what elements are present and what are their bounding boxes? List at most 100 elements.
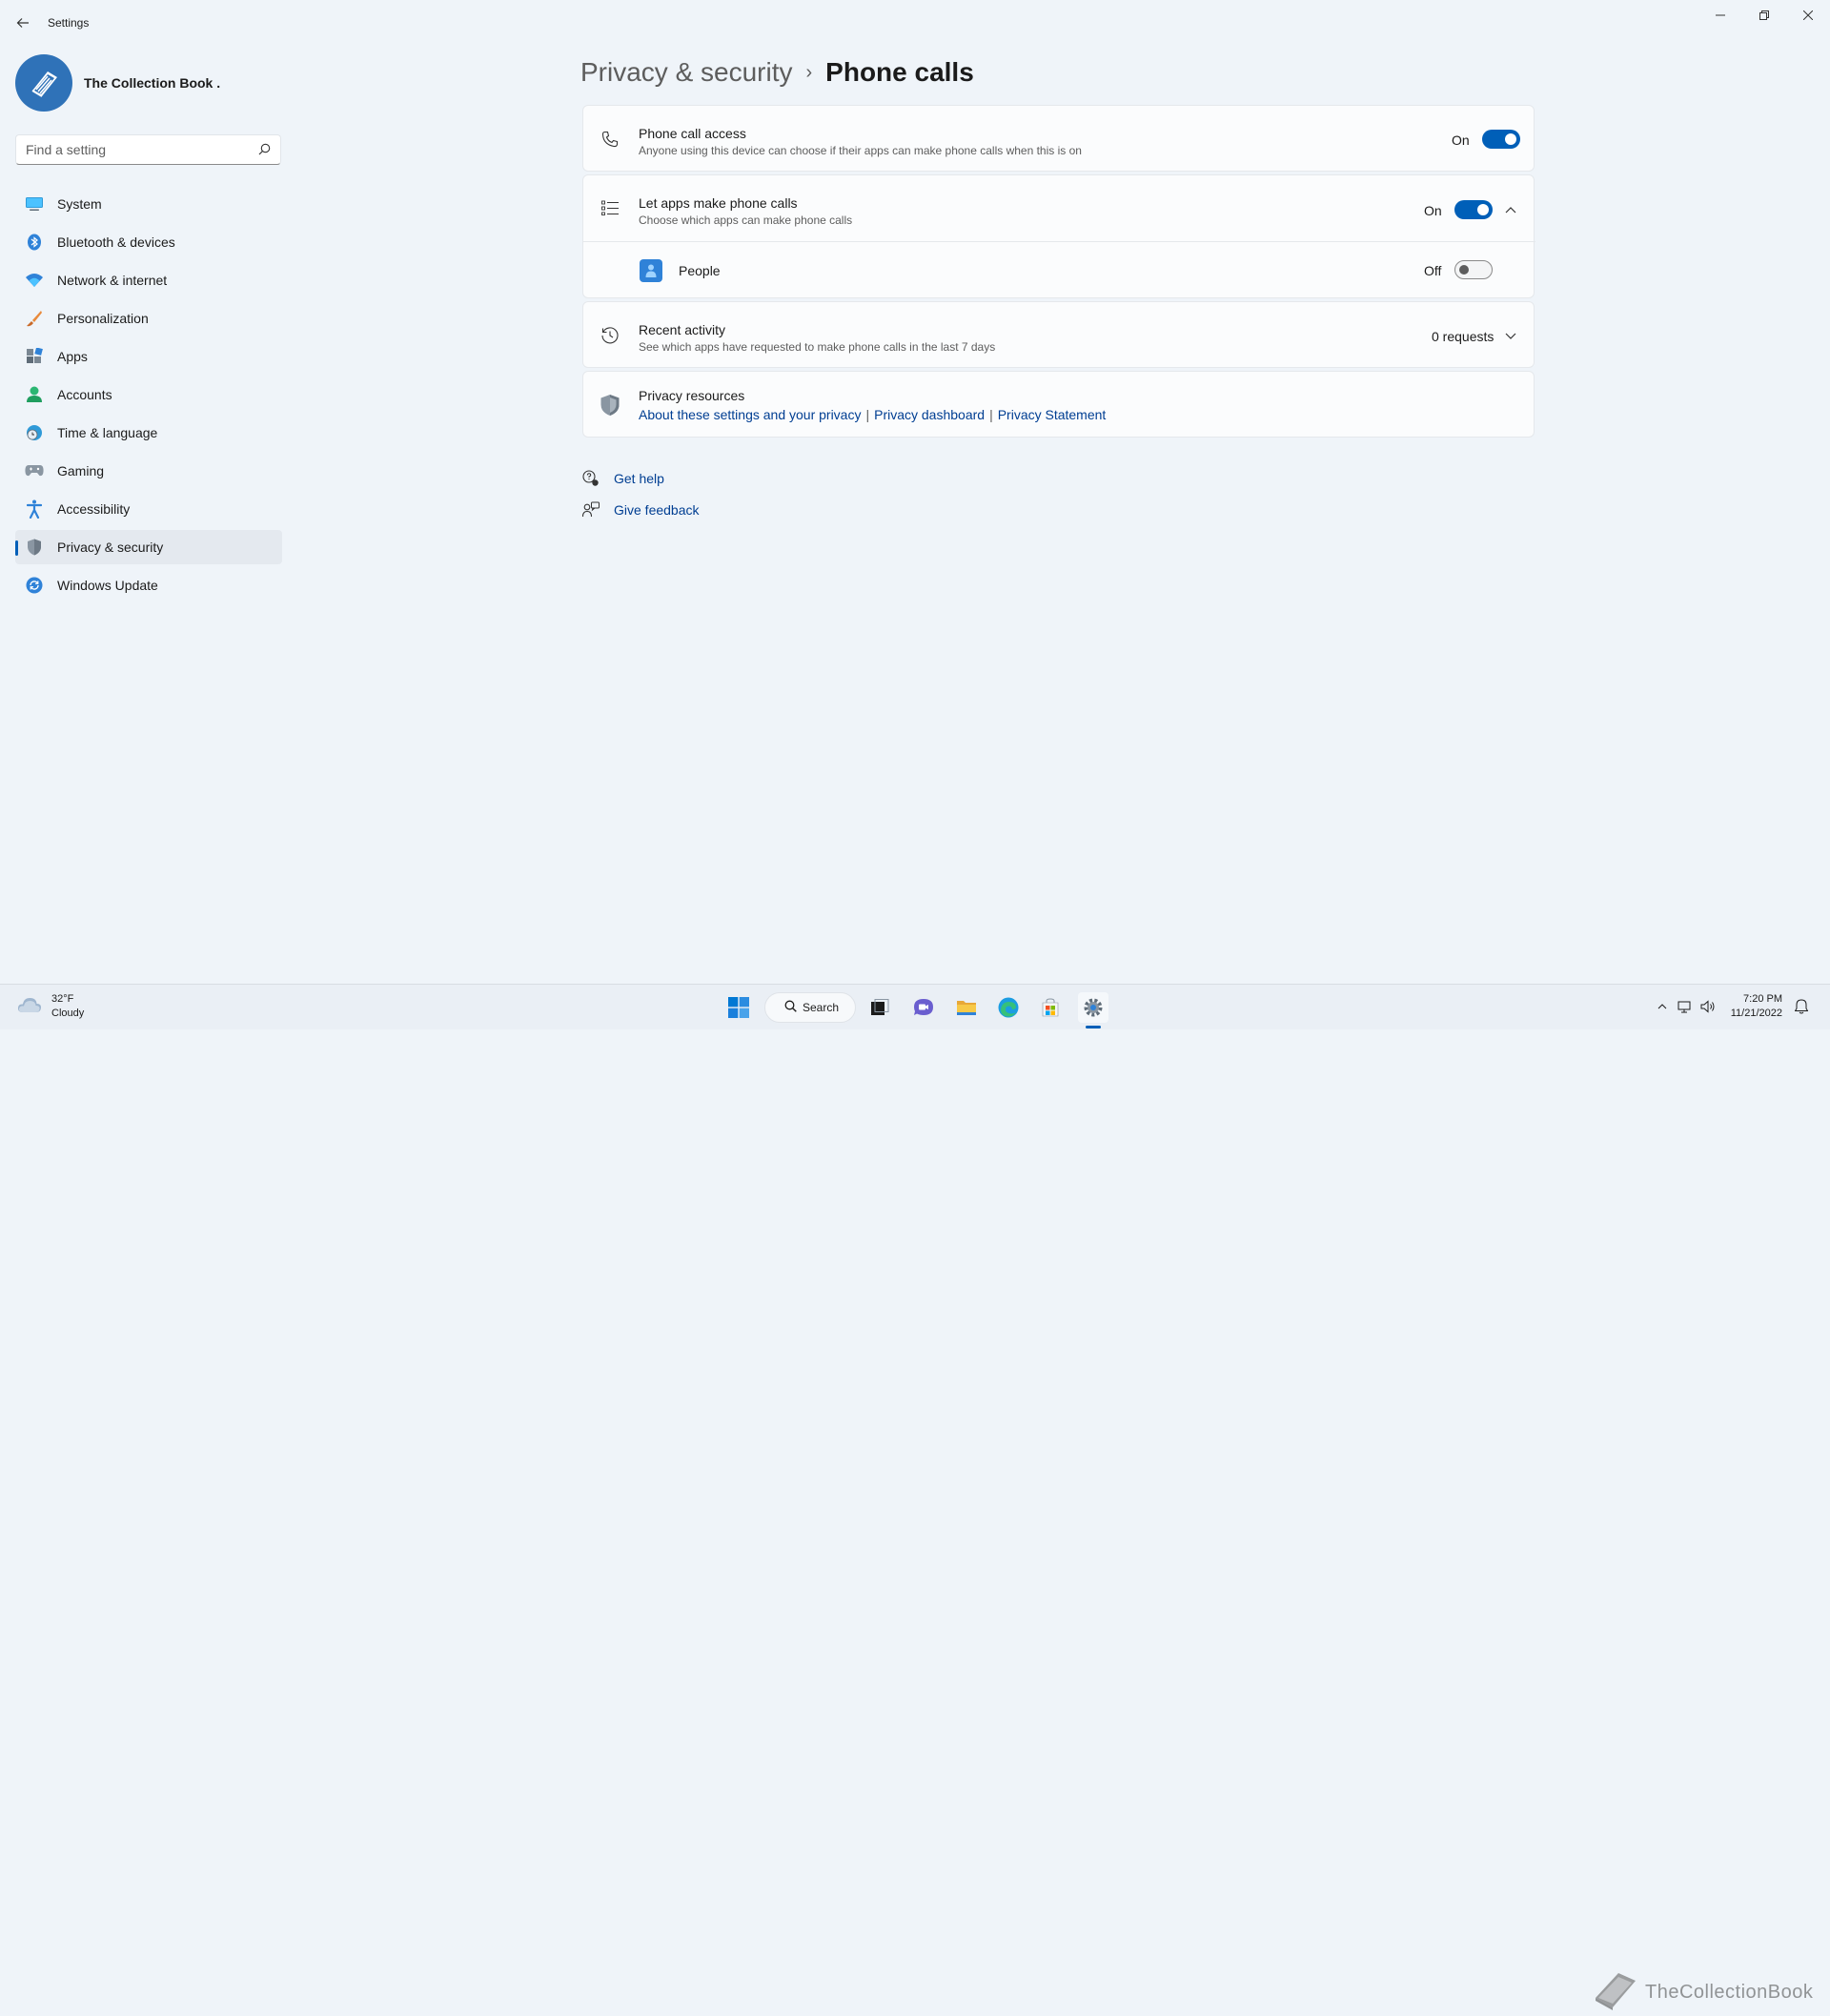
search-box[interactable]	[15, 134, 281, 165]
phone-icon	[599, 128, 621, 151]
phone-call-access-title: Phone call access	[639, 126, 746, 141]
sidebar-item-accounts[interactable]: Accounts	[15, 377, 282, 412]
help-chat-icon	[582, 470, 600, 487]
network-icon[interactable]	[1676, 997, 1695, 1016]
people-app-toggle[interactable]	[1454, 260, 1493, 279]
get-help-link[interactable]: Get help	[614, 471, 664, 486]
let-apps-make-phone-calls-card: Let apps make phone calls Choose which a…	[582, 174, 1535, 298]
bluetooth-icon	[25, 233, 44, 252]
active-app-indicator	[1086, 1026, 1101, 1028]
watermark: TheCollectionBook	[1590, 1969, 1813, 2016]
privacy-statement-link[interactable]: Privacy Statement	[998, 407, 1107, 422]
chevron-up-icon[interactable]	[1503, 202, 1518, 217]
sidebar-item-label: Windows Update	[57, 578, 158, 593]
update-icon	[25, 576, 44, 595]
privacy-resources-card: Privacy resources About these settings a…	[582, 371, 1535, 438]
wifi-icon	[25, 271, 44, 290]
sidebar-item-label: Apps	[57, 349, 88, 364]
sidebar-item-network[interactable]: Network & internet	[15, 263, 282, 297]
weather-temp: 32°F	[51, 993, 74, 1005]
people-app-state: Off	[1424, 263, 1442, 278]
people-app-icon	[640, 259, 662, 282]
breadcrumb-separator: ›	[805, 61, 813, 83]
microsoft-store-icon[interactable]	[1035, 992, 1066, 1023]
settings-app-icon[interactable]	[1078, 992, 1108, 1023]
people-app-name: People	[679, 263, 721, 278]
let-apps-state: On	[1424, 203, 1442, 218]
recent-activity-count: 0 requests	[1432, 329, 1494, 344]
sidebar-item-personalization[interactable]: Personalization	[15, 301, 282, 336]
let-apps-title: Let apps make phone calls	[639, 195, 798, 211]
let-apps-toggle[interactable]	[1454, 200, 1493, 219]
sidebar-item-gaming[interactable]: Gaming	[15, 454, 282, 488]
sidebar-item-label: Network & internet	[57, 273, 168, 288]
recent-activity-title: Recent activity	[639, 322, 726, 337]
file-explorer-icon[interactable]	[951, 992, 982, 1023]
sidebar-item-label: Personalization	[57, 311, 149, 326]
weather-widget[interactable]: 32°F Cloudy	[17, 992, 84, 1021]
sidebar-item-label: Time & language	[57, 425, 158, 440]
volume-icon[interactable]	[1698, 997, 1718, 1016]
clock[interactable]: 7:20 PM 11/21/2022	[1731, 992, 1782, 1021]
restore-button[interactable]	[1742, 0, 1786, 31]
search-input[interactable]	[26, 141, 245, 158]
sidebar-item-label: Bluetooth & devices	[57, 234, 175, 250]
phone-call-access-toggle[interactable]	[1482, 130, 1520, 149]
link-separator: |	[989, 407, 993, 422]
phone-call-access-card: Phone call access Anyone using this devi…	[582, 105, 1535, 172]
phone-call-access-description: Anyone using this device can choose if t…	[639, 144, 1082, 157]
about-privacy-link[interactable]: About these settings and your privacy	[639, 407, 861, 422]
sidebar-item-apps[interactable]: Apps	[15, 339, 282, 374]
chat-icon[interactable]	[908, 992, 939, 1023]
sidebar-item-system[interactable]: System	[15, 187, 282, 221]
privacy-links: About these settings and your privacy | …	[639, 407, 1106, 422]
minimize-button[interactable]	[1698, 0, 1742, 31]
close-button[interactable]	[1786, 0, 1830, 31]
give-feedback-row[interactable]: Give feedback	[582, 501, 700, 519]
back-arrow-icon[interactable]	[11, 11, 34, 34]
start-button[interactable]	[723, 992, 754, 1023]
app-row-people: People Off	[583, 242, 1535, 299]
privacy-resources-title: Privacy resources	[639, 388, 745, 403]
sidebar-item-label: Accounts	[57, 387, 112, 402]
chevron-down-icon[interactable]	[1503, 329, 1518, 344]
recent-activity-card[interactable]: Recent activity See which apps have requ…	[582, 301, 1535, 368]
sidebar-item-time-language[interactable]: Time & language	[15, 416, 282, 450]
let-apps-description: Choose which apps can make phone calls	[639, 214, 853, 227]
notification-bell-icon[interactable]	[1792, 997, 1811, 1016]
search-icon	[784, 1000, 797, 1015]
sidebar-item-label: Accessibility	[57, 501, 131, 517]
person-icon	[25, 385, 44, 404]
cloud-icon	[17, 996, 42, 1018]
edge-browser-icon[interactable]	[993, 992, 1024, 1023]
monitor-icon	[25, 194, 44, 214]
breadcrumb-parent[interactable]: Privacy & security	[580, 57, 793, 88]
get-help-row[interactable]: Get help	[582, 470, 664, 487]
give-feedback-link[interactable]: Give feedback	[614, 502, 700, 518]
clock-date: 11/21/2022	[1730, 1008, 1782, 1019]
list-icon	[599, 196, 621, 219]
shield-icon	[25, 538, 44, 557]
apps-icon	[25, 347, 44, 366]
avatar	[15, 54, 72, 112]
task-view-icon[interactable]	[864, 992, 895, 1023]
feedback-icon	[582, 501, 600, 519]
sidebar-item-privacy-security[interactable]: Privacy & security	[15, 530, 282, 564]
sidebar-item-windows-update[interactable]: Windows Update	[15, 568, 282, 602]
taskbar-search-button[interactable]: Search	[764, 992, 856, 1023]
chevron-up-icon[interactable]	[1653, 997, 1672, 1016]
user-profile[interactable]: The Collection Book .	[15, 53, 220, 112]
search-icon[interactable]	[258, 143, 271, 160]
weather-condition: Cloudy	[51, 1008, 85, 1019]
link-separator: |	[865, 407, 870, 422]
sidebar-item-bluetooth[interactable]: Bluetooth & devices	[15, 225, 282, 259]
globe-clock-icon	[25, 423, 44, 442]
taskbar: 32°F Cloudy Search TheCollectionBook 7:2…	[0, 984, 1830, 2010]
recent-activity-description: See which apps have requested to make ph…	[639, 340, 996, 354]
sidebar-item-accessibility[interactable]: Accessibility	[15, 492, 282, 526]
history-icon	[599, 324, 621, 347]
sidebar-item-label: System	[57, 196, 102, 212]
title-bar: Settings	[0, 0, 1830, 46]
gamepad-icon	[25, 461, 44, 480]
privacy-dashboard-link[interactable]: Privacy dashboard	[874, 407, 985, 422]
